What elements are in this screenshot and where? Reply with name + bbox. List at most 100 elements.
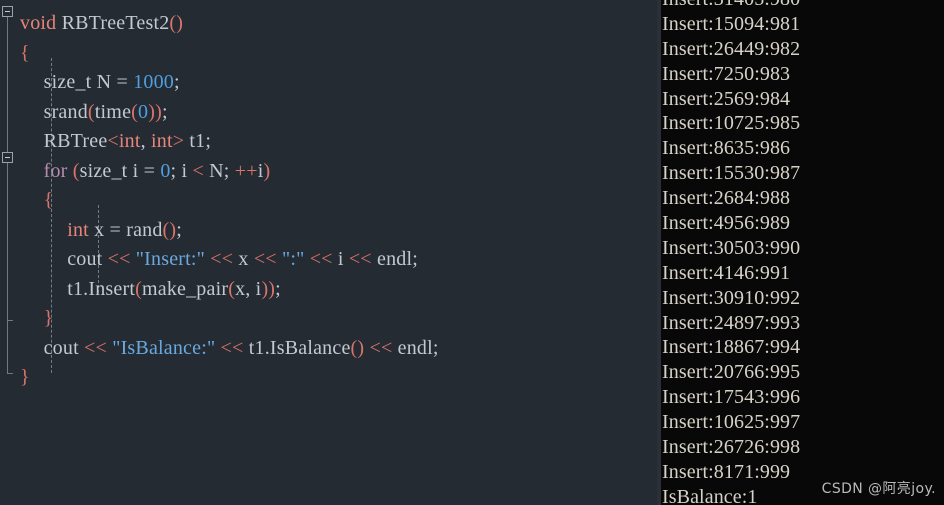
code-token: RBTree <box>43 130 108 152</box>
code-token: ( <box>72 159 80 182</box>
code-token: ":" <box>281 248 305 270</box>
console-line: IsBalance:1 <box>662 485 758 505</box>
code-token: << <box>369 336 393 359</box>
code-token: t1 <box>67 277 84 300</box>
code-token: time <box>94 100 132 123</box>
code-token: , <box>140 130 152 152</box>
console-output-lines: Insert:31405:980Insert:15094:981Insert:2… <box>662 0 800 505</box>
code-folding-gutter[interactable] <box>0 0 16 505</box>
code-token: 1000 <box>133 71 174 93</box>
code-line: size_t N = 1000; <box>44 68 180 98</box>
code-token: ; i <box>170 159 193 182</box>
code-token: ; <box>275 277 281 300</box>
code-token: = <box>116 71 128 93</box>
code-token: N; <box>203 159 235 182</box>
code-token: = <box>143 159 156 182</box>
fold-region-end-function <box>7 373 13 374</box>
console-line: Insert:4956:989 <box>662 212 791 235</box>
console-scrollbar[interactable] <box>657 0 661 505</box>
code-line: t1.Insert(make_pair(x, i)); <box>67 275 281 305</box>
code-token: () <box>350 336 365 359</box>
code-token: << <box>220 336 244 359</box>
code-token: "Insert:" <box>135 248 206 270</box>
code-token: t1 <box>184 130 206 152</box>
code-line: for (size_t i = 0; i < N; ++i) <box>44 157 271 187</box>
console-line: Insert:8171:999 <box>662 460 791 483</box>
code-token: endl <box>371 248 413 270</box>
console-line: Insert:15094:981 <box>662 12 801 35</box>
csdn-watermark: CSDN @阿亮joy. <box>821 481 936 497</box>
code-token: ; <box>205 130 212 152</box>
code-token: i <box>127 159 144 182</box>
fold-toggle-function[interactable] <box>2 6 13 17</box>
code-token: )) <box>148 100 162 123</box>
code-token: << <box>210 248 234 270</box>
code-token: ; <box>432 336 439 359</box>
code-token: ; <box>412 248 418 270</box>
code-token: << <box>84 336 107 359</box>
code-token: x <box>88 218 110 241</box>
code-token: void <box>20 12 57 34</box>
code-token: size_t <box>79 159 128 182</box>
code-token: ( <box>131 100 139 123</box>
console-line: Insert:2684:988 <box>662 187 791 210</box>
console-line: Insert:24897:993 <box>662 311 801 334</box>
code-token: = <box>109 218 121 241</box>
code-token: size_t <box>43 71 92 93</box>
code-token: { <box>20 41 30 64</box>
code-token: 0 <box>160 159 171 182</box>
code-token: make_pair <box>141 277 229 300</box>
code-token: ; <box>176 218 183 241</box>
console-line: Insert:7250:983 <box>662 62 791 85</box>
code-token: < <box>107 130 119 152</box>
code-token: } <box>20 366 30 388</box>
code-token: for <box>43 159 68 182</box>
code-token: cout <box>43 336 85 359</box>
code-line: } <box>20 363 30 393</box>
code-token: } <box>43 307 54 329</box>
code-token: x, i <box>235 277 262 300</box>
console-line: Insert:26449:982 <box>662 37 801 60</box>
code-line: void RBTreeTest2() <box>20 9 183 39</box>
fold-toggle-for-loop[interactable] <box>2 152 13 163</box>
code-token: ( <box>87 100 95 123</box>
console-output-pane[interactable]: Insert:31405:980Insert:15094:981Insert:2… <box>657 0 944 505</box>
code-token: N <box>91 71 117 93</box>
console-line: Insert:18867:994 <box>662 336 801 359</box>
code-token: cout <box>67 248 108 270</box>
code-line: cout << "Insert:" << x << ":" << i << en… <box>67 245 418 275</box>
code-token: rand <box>126 218 163 241</box>
fold-region-line-for-loop <box>7 163 8 320</box>
console-line: Insert:10625:997 <box>662 411 801 434</box>
code-token: 0 <box>138 100 149 123</box>
code-token: ; <box>161 100 168 123</box>
code-line: cout << "IsBalance:" << t1.IsBalance() <… <box>44 334 439 364</box>
code-token: t1 <box>243 336 265 359</box>
code-token: << <box>253 248 277 270</box>
code-token: int <box>118 130 141 152</box>
screenshot-root: void RBTreeTest2(){size_t N = 1000; srand… <box>0 0 944 505</box>
console-line: Insert:30503:990 <box>662 236 801 259</box>
code-token: ++ <box>234 159 258 182</box>
code-token: int <box>67 218 89 241</box>
code-token: i <box>332 248 349 270</box>
code-token: > <box>172 130 185 152</box>
code-token: )) <box>261 277 276 300</box>
code-editor-pane[interactable]: void RBTreeTest2(){size_t N = 1000; srand… <box>0 0 657 505</box>
code-token: < <box>192 159 204 182</box>
code-token: x <box>233 248 254 270</box>
code-token: int <box>151 130 173 152</box>
code-line: srand(time(0)); <box>44 98 168 128</box>
code-token: IsBalance <box>269 336 351 359</box>
console-line: Insert:15530:987 <box>662 162 801 185</box>
code-token: RBTreeTest2 <box>61 12 170 34</box>
code-line: { <box>44 186 54 216</box>
console-line: Insert:8635:986 <box>662 137 791 160</box>
code-token: () <box>169 12 184 34</box>
code-token: ; <box>174 71 180 93</box>
code-token: << <box>107 248 131 270</box>
code-token: << <box>309 248 333 270</box>
code-line: { <box>20 39 30 69</box>
code-line: int x = rand(); <box>67 216 182 246</box>
console-line: Insert:26726:998 <box>662 436 801 459</box>
